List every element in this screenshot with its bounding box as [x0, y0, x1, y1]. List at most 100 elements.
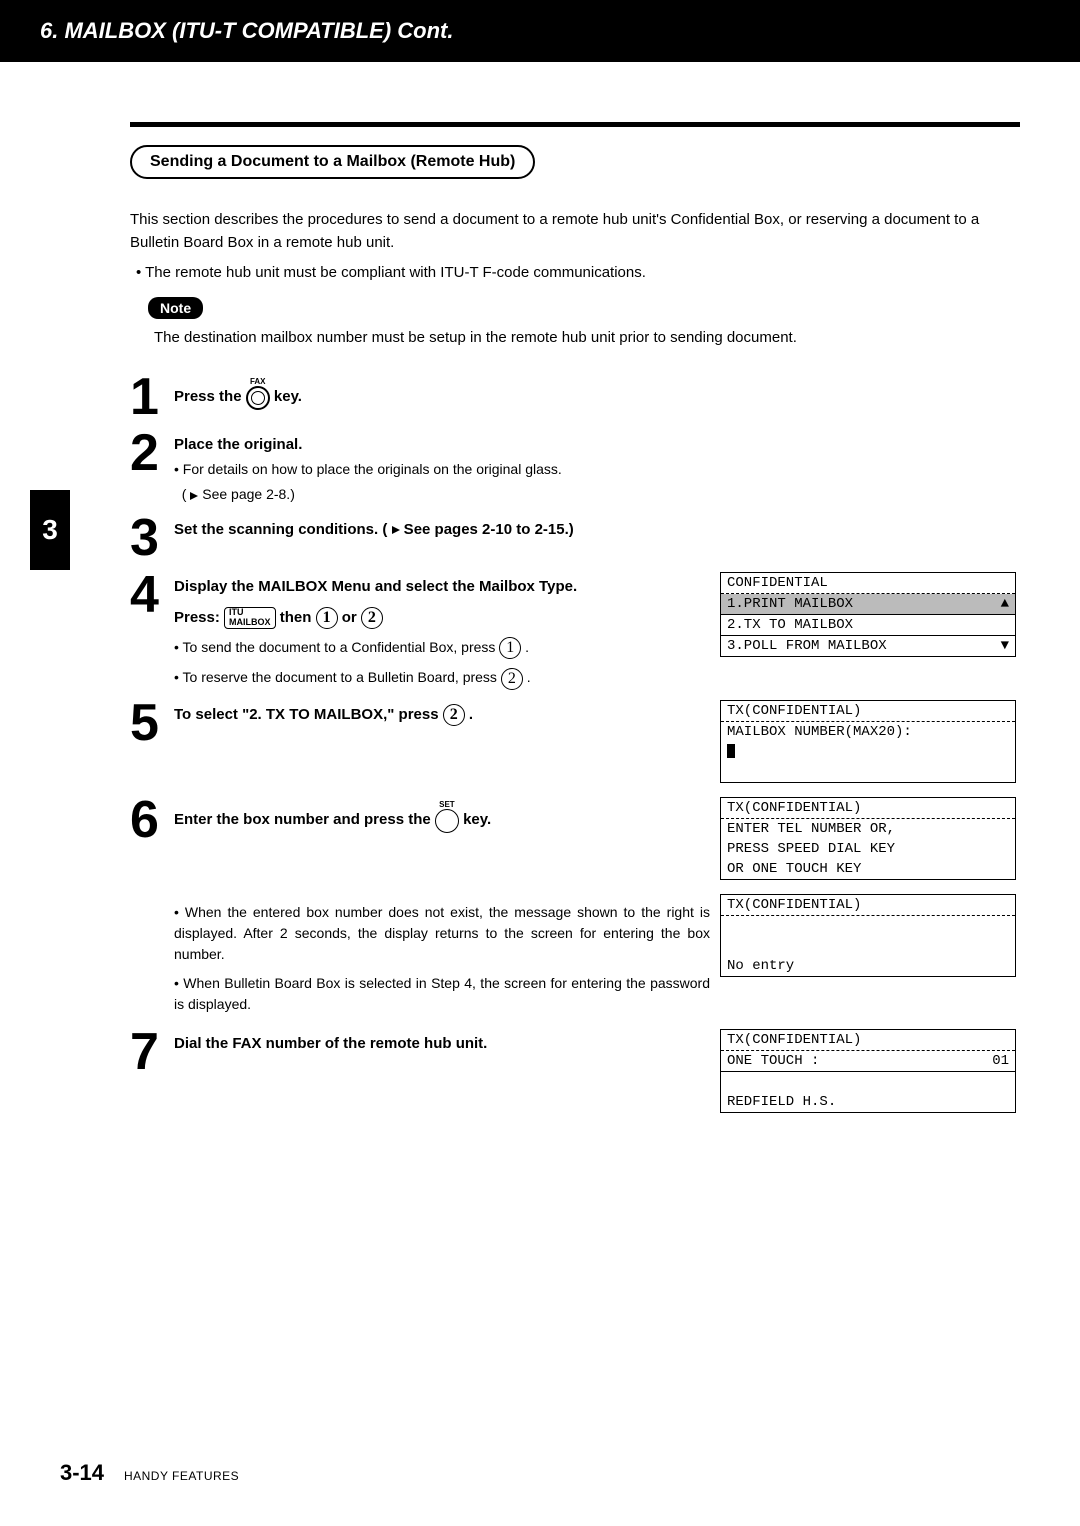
- lcd-step6: TX(CONFIDENTIAL) ENTER TEL NUMBER OR, PR…: [720, 797, 1016, 880]
- pointer-icon: [392, 526, 400, 534]
- lcd-line: TX(CONFIDENTIAL): [721, 798, 1015, 819]
- text: See pages 2-10 to 2-15.): [400, 521, 574, 538]
- step-3: 3 Set the scanning conditions. ( See pag…: [130, 515, 1020, 562]
- step-7-title: Dial the FAX number of the remote hub un…: [174, 1033, 710, 1054]
- lcd-line: [721, 916, 1015, 936]
- lcd-line: [721, 936, 1015, 956]
- page-number: 3-14: [60, 1460, 104, 1485]
- lcd-line: [721, 1072, 1015, 1092]
- step-3-title: Set the scanning conditions. ( See pages…: [174, 519, 1020, 540]
- page-footer: 3-14 HANDY FEATURES: [60, 1460, 239, 1486]
- step-6-bullet1: • When the entered box number does not e…: [174, 902, 710, 965]
- footer-section: HANDY FEATURES: [124, 1469, 239, 1483]
- text: key.: [274, 387, 302, 404]
- text: .: [527, 669, 531, 685]
- text: 01: [992, 1051, 1009, 1071]
- side-chapter-tab: 3: [30, 490, 70, 570]
- note-label: Note: [148, 297, 203, 319]
- set-label: SET: [435, 801, 459, 809]
- text: 1.PRINT MAILBOX: [727, 596, 853, 612]
- step-6-bullet2: • When Bulletin Board Box is selected in…: [174, 973, 710, 1015]
- fax-key-icon: FAX: [246, 378, 270, 416]
- step-5-row: 5 To select "2. TX TO MAILBOX," press 2 …: [130, 700, 1020, 783]
- lcd-step6-error: TX(CONFIDENTIAL) No entry: [720, 894, 1016, 977]
- chapter-header: 6. MAILBOX (ITU-T COMPATIBLE) Cont.: [0, 0, 1080, 62]
- lcd-line: No entry: [721, 956, 1015, 976]
- step-number: 4: [130, 572, 168, 619]
- lcd-step7: TX(CONFIDENTIAL) ONE TOUCH :01 REDFIELD …: [720, 1029, 1016, 1113]
- section-title-pill: Sending a Document to a Mailbox (Remote …: [130, 145, 535, 179]
- text: key.: [463, 811, 491, 828]
- page-body: Sending a Document to a Mailbox (Remote …: [0, 62, 1080, 1113]
- step-6-row: 6 Enter the box number and press the SET…: [130, 797, 1020, 880]
- intro-text: This section describes the procedures to…: [130, 209, 1020, 254]
- step-4-bullet1: • To send the document to a Confidential…: [174, 637, 710, 659]
- lcd-step5: TX(CONFIDENTIAL) MAILBOX NUMBER(MAX20):: [720, 700, 1016, 783]
- text: .: [525, 639, 529, 655]
- lcd-line: 2.TX TO MAILBOX: [721, 615, 1015, 636]
- step-4-bullet2: • To reserve the document to a Bulletin …: [174, 667, 710, 689]
- text: or: [342, 609, 361, 626]
- lcd-line: 3.POLL FROM MAILBOX ▼: [721, 636, 1015, 656]
- key-1-icon: 1: [316, 607, 338, 629]
- lcd-line: [721, 762, 1015, 782]
- text: .: [469, 706, 473, 723]
- text: • To reserve the document to a Bulletin …: [174, 669, 501, 685]
- key-2-icon: 2: [501, 668, 523, 690]
- key-2-icon: 2: [443, 704, 465, 726]
- step-6: 6 Enter the box number and press the SET…: [130, 797, 710, 844]
- step-2-title: Place the original.: [174, 434, 1020, 455]
- step-number: 2: [130, 430, 168, 477]
- step-7: 7 Dial the FAX number of the remote hub …: [130, 1029, 710, 1076]
- step-4: 4 Display the MAILBOX Menu and select th…: [130, 572, 710, 690]
- step-2: 2 Place the original. • For details on h…: [130, 430, 1020, 505]
- step-4-press: Press: ITU MAILBOX then 1 or 2: [174, 607, 710, 629]
- lcd-line: OR ONE TOUCH KEY: [721, 859, 1015, 879]
- key-1-icon: 1: [499, 637, 521, 659]
- lcd-line: PRESS SPEED DIAL KEY: [721, 839, 1015, 859]
- lcd-line: REDFIELD H.S.: [721, 1092, 1015, 1112]
- text: 3.POLL FROM MAILBOX: [727, 638, 887, 654]
- text: Enter the box number and press the: [174, 811, 435, 828]
- text: then: [280, 609, 316, 626]
- lcd-line: TX(CONFIDENTIAL): [721, 1030, 1015, 1051]
- text: Press:: [174, 609, 224, 626]
- step-5-title: To select "2. TX TO MAILBOX," press 2 .: [174, 704, 710, 726]
- step-number: 3: [130, 515, 168, 562]
- step-4-title: Display the MAILBOX Menu and select the …: [174, 576, 710, 597]
- lcd-line: ENTER TEL NUMBER OR,: [721, 819, 1015, 839]
- lcd-line: ONE TOUCH :01: [721, 1051, 1015, 1072]
- step-1: 1 Press the FAX key.: [130, 374, 1020, 421]
- set-key-icon: SET: [435, 801, 459, 839]
- note-text: The destination mailbox number must be s…: [154, 329, 1020, 346]
- keycap-line2: MAILBOX: [229, 617, 271, 627]
- lcd-line-selected: 1.PRINT MAILBOX ▲: [721, 594, 1015, 615]
- lcd-line: CONFIDENTIAL: [721, 573, 1015, 594]
- text: To select "2. TX TO MAILBOX," press: [174, 706, 443, 723]
- step-5: 5 To select "2. TX TO MAILBOX," press 2 …: [130, 700, 710, 747]
- divider: [130, 122, 1020, 127]
- step-6-title: Enter the box number and press the SET k…: [174, 801, 710, 839]
- lcd-line: TX(CONFIDENTIAL): [721, 895, 1015, 916]
- step-number: 1: [130, 374, 168, 421]
- key-2-icon: 2: [361, 607, 383, 629]
- step-number: 6: [130, 797, 168, 844]
- keycap-line1: ITU: [229, 607, 244, 617]
- lcd-line: TX(CONFIDENTIAL): [721, 701, 1015, 722]
- text: See page 2-8.): [198, 486, 295, 502]
- intro-bullet: • The remote hub unit must be compliant …: [136, 262, 1020, 285]
- text: • To send the document to a Confidential…: [174, 639, 499, 655]
- down-arrow-icon: ▼: [1001, 636, 1009, 656]
- text: Set the scanning conditions. (: [174, 521, 392, 538]
- text: Press the: [174, 387, 246, 404]
- up-arrow-icon: ▲: [1001, 594, 1009, 614]
- cursor-icon: [727, 744, 735, 758]
- step-2-ref: ( See page 2-8.): [174, 484, 1020, 505]
- step-2-sub: • For details on how to place the origin…: [174, 459, 1020, 480]
- step-number: 7: [130, 1029, 168, 1076]
- text: (: [182, 486, 191, 502]
- step-7-row: 7 Dial the FAX number of the remote hub …: [130, 1029, 1020, 1113]
- mailbox-key-icon: ITU MAILBOX: [224, 607, 276, 629]
- step-4-row: 4 Display the MAILBOX Menu and select th…: [130, 572, 1020, 700]
- step-number: 5: [130, 700, 168, 747]
